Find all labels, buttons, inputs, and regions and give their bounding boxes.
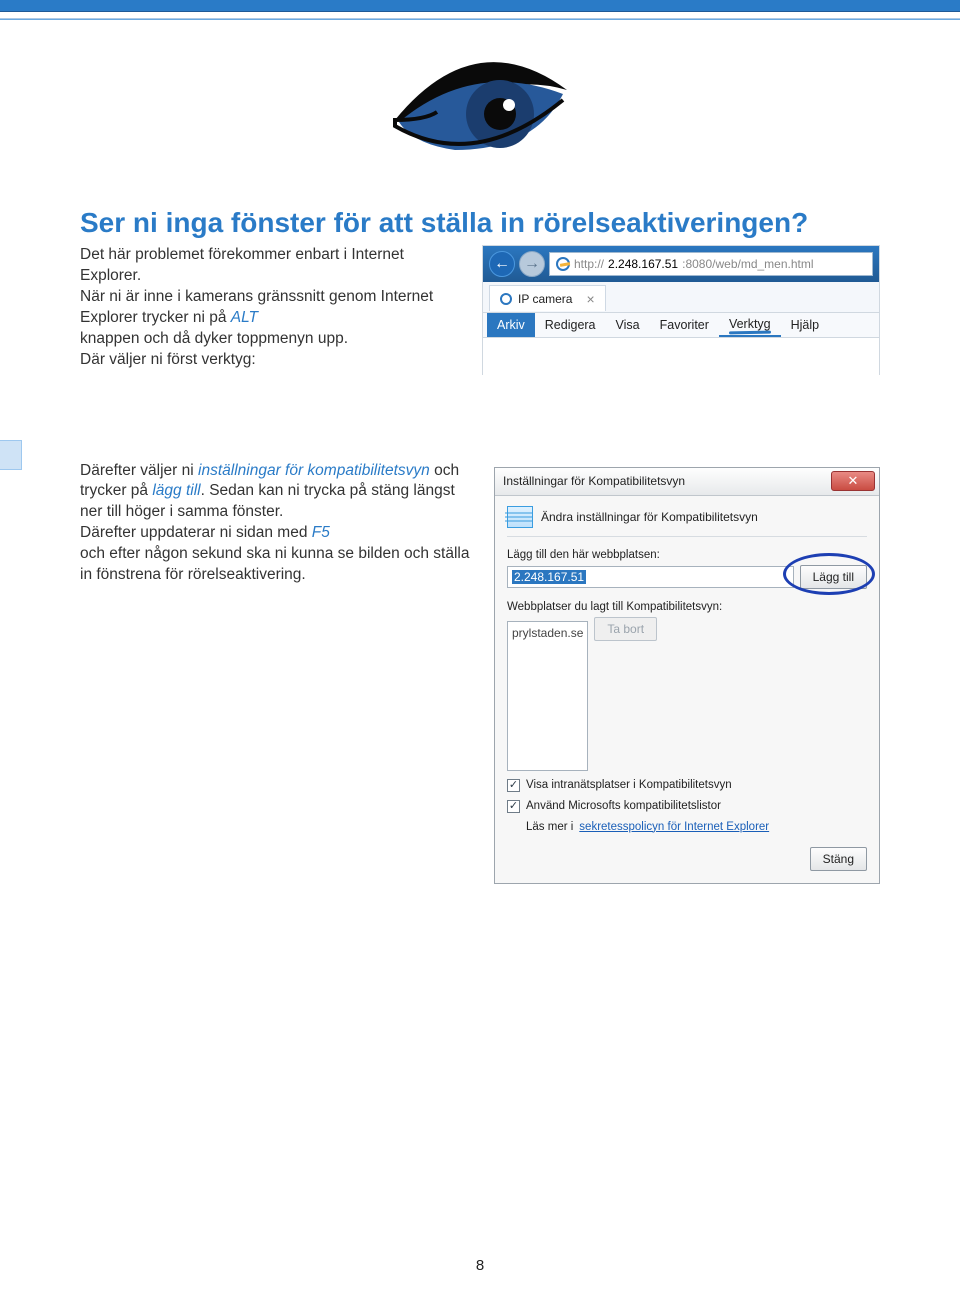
- sites-listbox[interactable]: prylstaden.se: [507, 621, 588, 771]
- add-button[interactable]: Lägg till: [800, 565, 867, 589]
- add-link-text: lägg till: [152, 482, 200, 499]
- close-icon: ✕: [848, 473, 859, 489]
- checkbox-ms-lists-label: Använd Microsofts kompatibilitetslistor: [526, 800, 721, 812]
- side-tab-accent: [0, 440, 22, 470]
- ie-icon: [500, 293, 512, 305]
- checkbox-intranet[interactable]: ✓: [507, 779, 520, 792]
- checkbox-intranet-label: Visa intranätsplatser i Kompatibilitetsv…: [526, 779, 732, 791]
- sites-list-label: Webbplatser du lagt till Kompatibilitets…: [507, 601, 867, 613]
- add-site-value: 2.248.167.51: [512, 570, 586, 584]
- add-site-input[interactable]: 2.248.167.51: [507, 566, 794, 588]
- logo: [0, 42, 960, 167]
- menu-visa[interactable]: Visa: [606, 313, 650, 337]
- eye-logo-icon: [385, 42, 575, 162]
- alt-key-text: ALT: [231, 309, 258, 326]
- compat-settings-link-text: inställningar för kompatibilitetsvyn: [198, 462, 430, 479]
- checkbox-ms-lists[interactable]: ✓: [507, 800, 520, 813]
- ie-icon: [556, 257, 570, 271]
- url-scheme: http://: [574, 257, 604, 271]
- f5-key-text: F5: [312, 524, 330, 541]
- compat-view-icon: [507, 506, 533, 528]
- dialog-header: Ändra inställningar för Kompatibilitetsv…: [507, 506, 867, 537]
- close-dialog-button[interactable]: Stäng: [810, 847, 867, 871]
- tab-title: IP camera: [518, 292, 572, 306]
- dialog-subtitle: Ändra inställningar för Kompatibilitetsv…: [541, 510, 758, 524]
- url-path: :8080/web/md_men.html: [682, 257, 813, 271]
- dialog-titlebar: Inställningar för Kompatibilitetsvyn ✕: [495, 468, 879, 496]
- dialog-title: Inställningar för Kompatibilitetsvyn: [503, 474, 685, 488]
- address-bar[interactable]: http:// 2.248.167.51 :8080/web/md_men.ht…: [549, 252, 873, 276]
- ie-nav-toolbar: ← → http:// 2.248.167.51 :8080/web/md_me…: [483, 246, 879, 282]
- list-item[interactable]: prylstaden.se: [512, 626, 583, 640]
- arrow-left-icon: ←: [494, 255, 510, 273]
- menu-favoriter[interactable]: Favoriter: [650, 313, 719, 337]
- close-icon[interactable]: ×: [586, 291, 594, 307]
- more-info-prefix: Läs mer i: [526, 821, 573, 833]
- menu-verktyg[interactable]: Verktyg: [719, 313, 781, 337]
- close-button[interactable]: ✕: [831, 471, 875, 491]
- menu-redigera[interactable]: Redigera: [535, 313, 606, 337]
- browser-tab[interactable]: IP camera ×: [489, 285, 606, 311]
- ie-screenshot: ← → http:// 2.248.167.51 :8080/web/md_me…: [482, 245, 880, 375]
- page-title: Ser ni inga fönster för att ställa in rö…: [80, 207, 880, 239]
- ie-menu-bar: Arkiv Redigera Visa Favoriter Verktyg Hj…: [483, 312, 879, 338]
- page-number: 8: [0, 1257, 960, 1274]
- menu-hjalp[interactable]: Hjälp: [781, 313, 830, 337]
- arrow-right-icon: →: [524, 255, 540, 273]
- ie-page-body: [483, 338, 879, 376]
- page-header-line2: [0, 19, 960, 20]
- remove-button[interactable]: Ta bort: [594, 617, 657, 641]
- page-header-band: [0, 0, 960, 12]
- url-host: 2.248.167.51: [608, 257, 678, 271]
- privacy-link[interactable]: sekretesspolicyn för Internet Explorer: [579, 821, 769, 833]
- add-site-label: Lägg till den här webbplatsen:: [507, 549, 867, 561]
- forward-button[interactable]: →: [519, 251, 545, 277]
- ie-tab-row: IP camera ×: [483, 282, 879, 312]
- menu-arkiv[interactable]: Arkiv: [487, 313, 535, 337]
- compat-dialog: Inställningar för Kompatibilitetsvyn ✕ Ä…: [494, 467, 880, 884]
- back-button[interactable]: ←: [489, 251, 515, 277]
